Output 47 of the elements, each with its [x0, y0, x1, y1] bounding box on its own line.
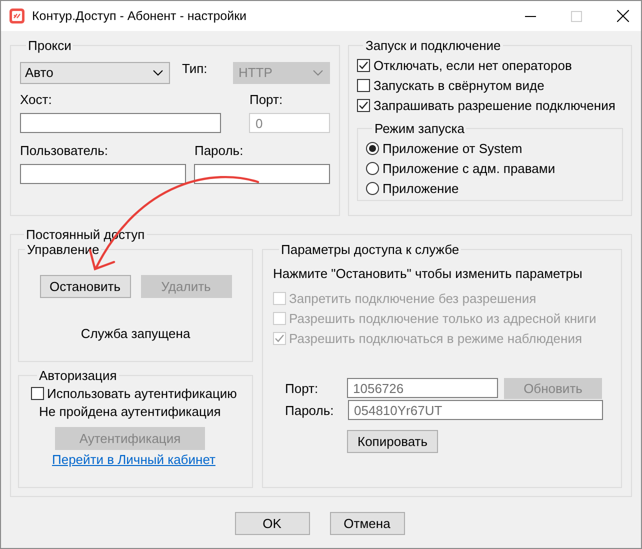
- radio-button[interactable]: [366, 182, 380, 194]
- service-status: Служба запущена: [80, 326, 190, 341]
- radio-button[interactable]: [366, 162, 380, 174]
- copy-button[interactable]: Копировать: [347, 430, 438, 453]
- group-title: Режим запуска: [373, 121, 466, 136]
- auth-status: Не пройдена аутентификация: [39, 404, 222, 419]
- checkbox-label: Отключать, если нет операторов: [373, 58, 572, 72]
- field-label: Пароль:: [284, 402, 335, 418]
- checkbox[interactable]: [31, 386, 44, 400]
- password-field[interactable]: [194, 164, 330, 184]
- radio-label: Приложение с адм. правами: [382, 160, 556, 176]
- checkbox-label: Запрашивать разрешение подключения: [373, 98, 616, 112]
- chevron-icon: [313, 70, 324, 76]
- checkbox-label: Разрешить подключаться в режиме наблюдения: [289, 330, 582, 346]
- radio-label: Приложение от System: [382, 140, 522, 156]
- app-icon: [9, 8, 25, 24]
- checkbox[interactable]: [357, 98, 370, 112]
- dialog-button[interactable]: OK: [234, 512, 310, 535]
- chevron-icon: [153, 70, 163, 76]
- hint-text: Нажмите "Остановить" чтобы изменить параметры: [273, 266, 584, 281]
- account-link[interactable]: Перейти в Личный кабинет: [52, 452, 240, 467]
- checkbox-label: Запускать в свёрнутом виде: [373, 78, 544, 92]
- field-label: Пароль:: [194, 143, 244, 158]
- checkbox-label: Запретить подключение без разрешения: [289, 290, 536, 306]
- field-label: Хост:: [20, 92, 53, 107]
- checkbox-label: Использовать аутентификацию: [47, 386, 237, 400]
- field-label: Пользователь:: [20, 143, 109, 158]
- radio-button[interactable]: [366, 142, 380, 154]
- group-title: Прокси: [27, 38, 72, 53]
- close-icon[interactable]: [617, 10, 629, 22]
- service-button[interactable]: Остановить: [40, 275, 130, 298]
- group-title: Параметры доступа к службе: [280, 242, 460, 257]
- checkbox-label: Разрешить подключение только из адресной книги: [289, 310, 596, 326]
- group-title: Запуск и подключение: [364, 38, 502, 53]
- radio-label: Приложение: [382, 180, 459, 196]
- group-title: Управление: [26, 242, 100, 257]
- field-label: Порт:: [284, 380, 320, 396]
- group-title: Авторизация: [38, 368, 118, 383]
- checkbox[interactable]: [357, 58, 370, 72]
- host-field[interactable]: [20, 113, 221, 133]
- user-field[interactable]: [20, 164, 186, 184]
- field-label: Порт:: [249, 92, 284, 107]
- field-label: Тип:: [182, 61, 208, 76]
- checkbox[interactable]: [357, 78, 370, 92]
- proxy-mode-dropdown[interactable]: Авто: [20, 62, 170, 84]
- dialog-button[interactable]: Отмена: [330, 512, 404, 535]
- window-title: Контур.Доступ - Абонент - настройки: [32, 9, 247, 23]
